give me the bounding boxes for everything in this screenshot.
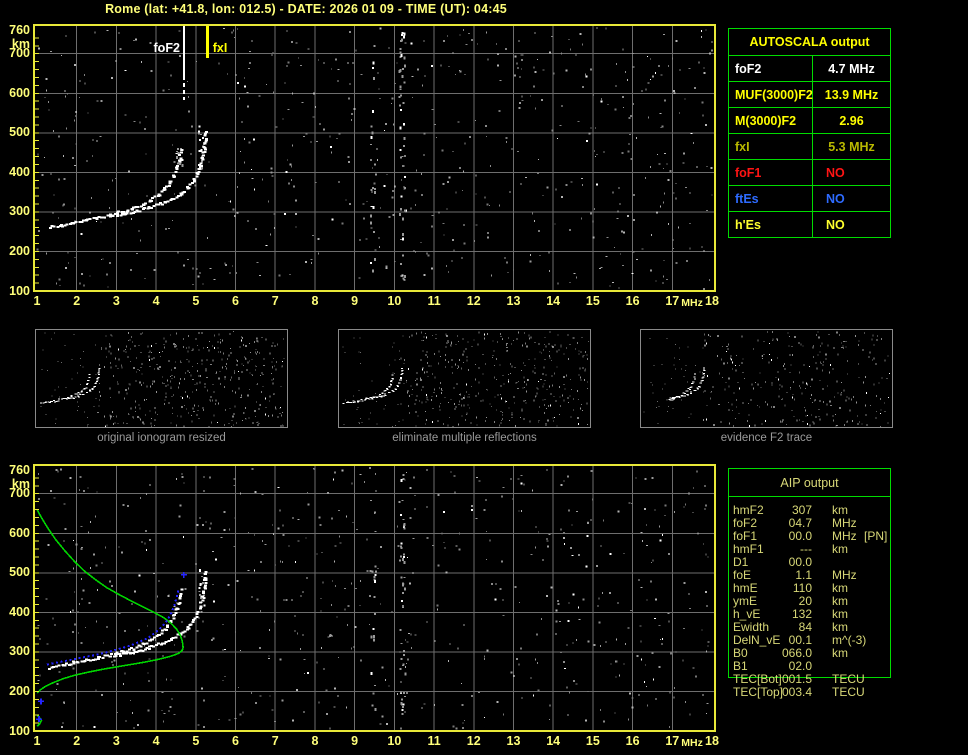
autoscala-row-label: M(3000)F2 (729, 108, 813, 133)
x-tick-label: 4 (152, 734, 160, 748)
x-tick-label: 5 (192, 294, 200, 308)
aip-row-unit: TECU (832, 685, 865, 699)
top-ionogram-plot: foF2 fxI (33, 24, 716, 292)
y-tick-label: 700 (9, 46, 30, 61)
autoscala-row-value: NO (826, 191, 845, 206)
autoscala-row-muf3000f2: MUF(3000)F2 13.9 MHz (729, 82, 890, 108)
panel-caption-evidence: evidence F2 trace (720, 432, 813, 444)
panel-evidence-f2-trace (640, 329, 893, 428)
x-tick-label: 7 (271, 294, 279, 308)
y-tick-label: 600 (9, 85, 30, 100)
aip-row-note: [PN] (864, 529, 888, 543)
autoscala-row-value: 5.3 MHz (828, 139, 875, 154)
y-tick-label: 400 (9, 164, 30, 179)
aip-row-tectop: TEC[Top] 003.4 TECU (728, 686, 891, 699)
autoscala-row-label: foF2 (729, 56, 813, 81)
x-tick-label: 3 (112, 294, 120, 308)
x-tick-label: 6 (232, 294, 239, 308)
x-tick-label: 7 (271, 734, 279, 748)
y-tick-label: 700 (9, 486, 30, 501)
x-tick-label: 16 (625, 734, 640, 748)
autoscala-row-value: NO (826, 165, 845, 180)
x-tick-label: 11 (427, 294, 441, 308)
x-axis-unit: MHz (681, 737, 703, 749)
x-tick-label: 8 (311, 734, 319, 748)
panel-original-ionogram (35, 329, 288, 428)
autoscala-row-value: NO (826, 217, 845, 232)
autoscala-table-title: AUTOSCALA output (729, 29, 890, 56)
y-tick-label: 760 (9, 22, 30, 37)
autoscala-screen: { "title": "Rome (lat: +41.8, lon: 012.5… (0, 0, 968, 755)
autoscala-output-table: AUTOSCALA output foF2 4.7 MHz MUF(3000)F2 1… (728, 28, 891, 238)
autoscala-row-ftes: ftEs NO (729, 186, 890, 212)
aip-row-value: 003.4 (781, 685, 812, 699)
x-tick-label: 5 (192, 734, 200, 748)
x-tick-label: 6 (232, 734, 239, 748)
autoscala-row-label: ftEs (729, 186, 813, 211)
x-tick-label: 12 (466, 734, 481, 748)
autoscala-row-label: foF1 (729, 160, 813, 185)
x-tick-label: 13 (506, 294, 521, 308)
autoscala-row-fof1: foF1 NO (729, 160, 890, 186)
y-tick-label: 300 (9, 644, 30, 659)
y-tick-label: 500 (9, 125, 30, 140)
autoscala-row-m3000f2: M(3000)F2 2.96 (729, 108, 890, 134)
panel-caption-original: original ionogram resized (97, 432, 226, 444)
foF2-marker-label: foF2 (154, 41, 180, 55)
x-tick-label: 12 (466, 294, 481, 308)
x-tick-label: 4 (152, 294, 160, 308)
y-tick-label: 400 (9, 604, 30, 619)
x-tick-label: 15 (585, 294, 600, 308)
x-tick-label: 3 (112, 734, 120, 748)
x-tick-label: 2 (73, 294, 81, 308)
panel-eliminate-reflections (338, 329, 591, 428)
x-tick-label: 8 (311, 294, 319, 308)
page-title: Rome (lat: +41.8, lon: 012.5) - DATE: 20… (105, 2, 507, 16)
panel-caption-eliminate: eliminate multiple reflections (392, 432, 537, 444)
y-tick-label: 760 (9, 462, 30, 477)
aip-table-separator (729, 496, 890, 497)
x-tick-label: 1 (33, 734, 41, 748)
autoscala-row-value: 2.96 (839, 113, 864, 128)
y-tick-label: 200 (9, 243, 30, 258)
x-tick-label: 2 (73, 734, 81, 748)
y-tick-label: 600 (9, 525, 30, 540)
autoscala-row-label: fxI (729, 134, 813, 159)
x-tick-label: 10 (387, 294, 402, 308)
aip-row-unit: km (832, 646, 848, 660)
autoscala-row-value: 13.9 MHz (824, 87, 879, 102)
y-tick-label: 300 (9, 204, 30, 219)
x-tick-label: 9 (351, 734, 359, 748)
autoscala-row-label: MUF(3000)F2 (729, 82, 813, 107)
x-tick-label: 1 (33, 294, 41, 308)
bottom-ionogram-plot (33, 464, 716, 732)
y-tick-label: 200 (9, 683, 30, 698)
aip-table-title: AIP output (780, 476, 839, 490)
x-tick-label: 11 (427, 734, 441, 748)
autoscala-row-label: h'Es (729, 212, 813, 237)
y-tick-label: 500 (9, 565, 30, 580)
x-tick-label: 10 (387, 734, 402, 748)
x-tick-label: 13 (506, 734, 521, 748)
x-tick-label: 14 (546, 734, 561, 748)
fxI-marker-label: fxI (213, 41, 228, 55)
x-tick-label: 15 (585, 734, 600, 748)
x-tick-label: 14 (546, 294, 561, 308)
autoscala-row-fxi: fxI 5.3 MHz (729, 134, 890, 160)
x-tick-label: 9 (351, 294, 359, 308)
autoscala-row-fof2: foF2 4.7 MHz (729, 56, 890, 82)
aip-row-unit: km (832, 542, 848, 556)
x-axis-unit: MHz (681, 297, 703, 309)
autoscala-row-value: 4.7 MHz (828, 61, 875, 76)
autoscala-row-hes: h'Es NO (729, 212, 890, 237)
x-tick-label: 16 (625, 294, 640, 308)
